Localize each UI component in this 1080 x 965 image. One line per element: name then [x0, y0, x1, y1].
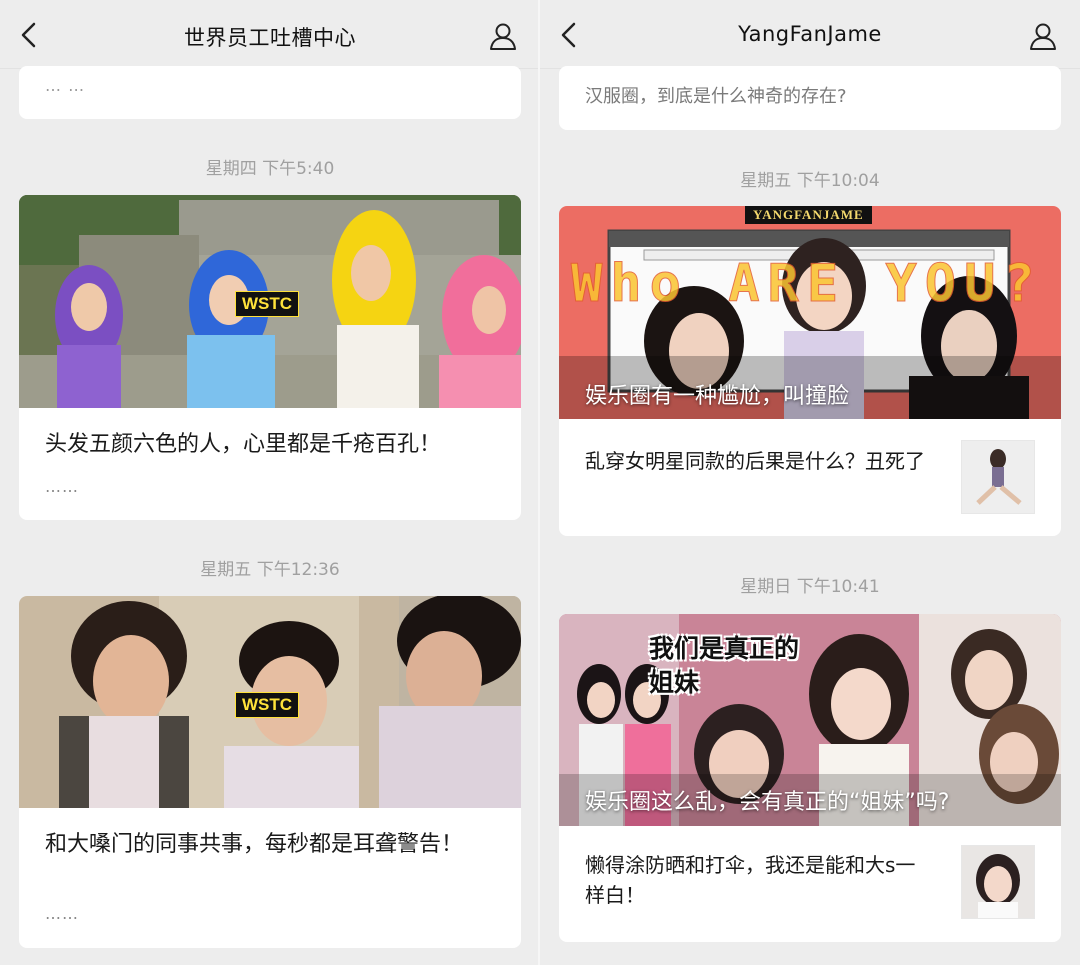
- article-title: 和大嗓门的同事共事，每秒都是耳聋警告！: [45, 832, 464, 857]
- cover-art-text: 我们是真正的姐妹: [649, 634, 800, 697]
- message-timestamp: 星期日 下午10:41: [740, 577, 880, 597]
- article-card[interactable]: WSTC 头发五颜六色的人，心里都是千疮百孔！ ……: [19, 195, 521, 520]
- left-chat-pane: 世界员工吐槽中心 … … 星期四 下午5:40 WSTC 头发五颜六色的人，心里…: [0, 0, 540, 965]
- profile-icon[interactable]: [488, 21, 518, 51]
- cover-caption: 娱乐圈这么乱，会有真正的“姐妹”吗?: [585, 790, 950, 815]
- cover-banner: YANGFANJAME: [745, 206, 872, 224]
- chat-title: 世界员工吐槽中心: [184, 26, 356, 50]
- article-card[interactable]: WSTC 和大嗓门的同事共事，每秒都是耳聋警告！ ……: [19, 596, 521, 948]
- wstc-badge: WSTC: [235, 291, 300, 317]
- article-cover-image: YANGFANJAME Who ARE YOU? 娱乐圈有一种尴尬，叫撞脸: [559, 206, 1061, 419]
- previous-snippet: … …: [45, 76, 86, 95]
- article-title: 头发五颜六色的人，心里都是千疮百孔！: [45, 432, 442, 457]
- article-cover-image: 我们是真正的姐妹 娱乐圈这么乱，会有真正的“姐妹”吗?: [559, 614, 1061, 826]
- profile-icon[interactable]: [1028, 21, 1058, 51]
- cover-caption: 娱乐圈有一种尴尬，叫撞脸: [585, 384, 850, 409]
- previous-snippet: 汉服圈，到底是什么神奇的存在?: [585, 86, 847, 107]
- sub-article-row[interactable]: 乱穿女明星同款的后果是什么？丑死了: [559, 419, 1061, 536]
- sub-article-row[interactable]: 懒得涂防晒和打伞，我还是能和大s一样白！: [559, 826, 1061, 942]
- right-chat-pane: YangFanJame 汉服圈，到底是什么神奇的存在? 星期五 下午10:04: [540, 0, 1080, 965]
- wstc-badge: WSTC: [235, 692, 300, 718]
- previous-article-card[interactable]: 汉服圈，到底是什么神奇的存在?: [559, 66, 1061, 130]
- message-timestamp: 星期四 下午5:40: [205, 159, 335, 179]
- chat-title: YangFanJame: [738, 22, 882, 46]
- back-icon[interactable]: [556, 20, 582, 50]
- article-cover-image: WSTC: [19, 596, 521, 808]
- back-icon[interactable]: [16, 20, 42, 50]
- sub-article-title: 乱穿女明星同款的后果是什么？丑死了: [585, 449, 925, 473]
- left-navbar: 世界员工吐槽中心: [0, 0, 540, 69]
- article-card[interactable]: YANGFANJAME Who ARE YOU? 娱乐圈有一种尴尬，叫撞脸 乱穿…: [559, 206, 1061, 536]
- sub-article-title: 懒得涂防晒和打伞，我还是能和大s一样白！: [585, 853, 916, 907]
- right-navbar: YangFanJame: [540, 0, 1080, 69]
- previous-article-card[interactable]: … …: [19, 66, 521, 119]
- cover-art-text: Who ARE YOU?: [571, 254, 1043, 315]
- sub-article-thumbnail: [961, 845, 1035, 919]
- sub-article-thumbnail: [961, 440, 1035, 514]
- article-card[interactable]: 我们是真正的姐妹 娱乐圈这么乱，会有真正的“姐妹”吗? 懒得涂防晒和打伞，我还是…: [559, 614, 1061, 942]
- article-more: ……: [45, 477, 79, 496]
- article-cover-image: WSTC: [19, 195, 521, 408]
- article-more: ……: [45, 904, 79, 923]
- message-timestamp: 星期五 下午12:36: [200, 560, 340, 580]
- message-timestamp: 星期五 下午10:04: [740, 171, 880, 191]
